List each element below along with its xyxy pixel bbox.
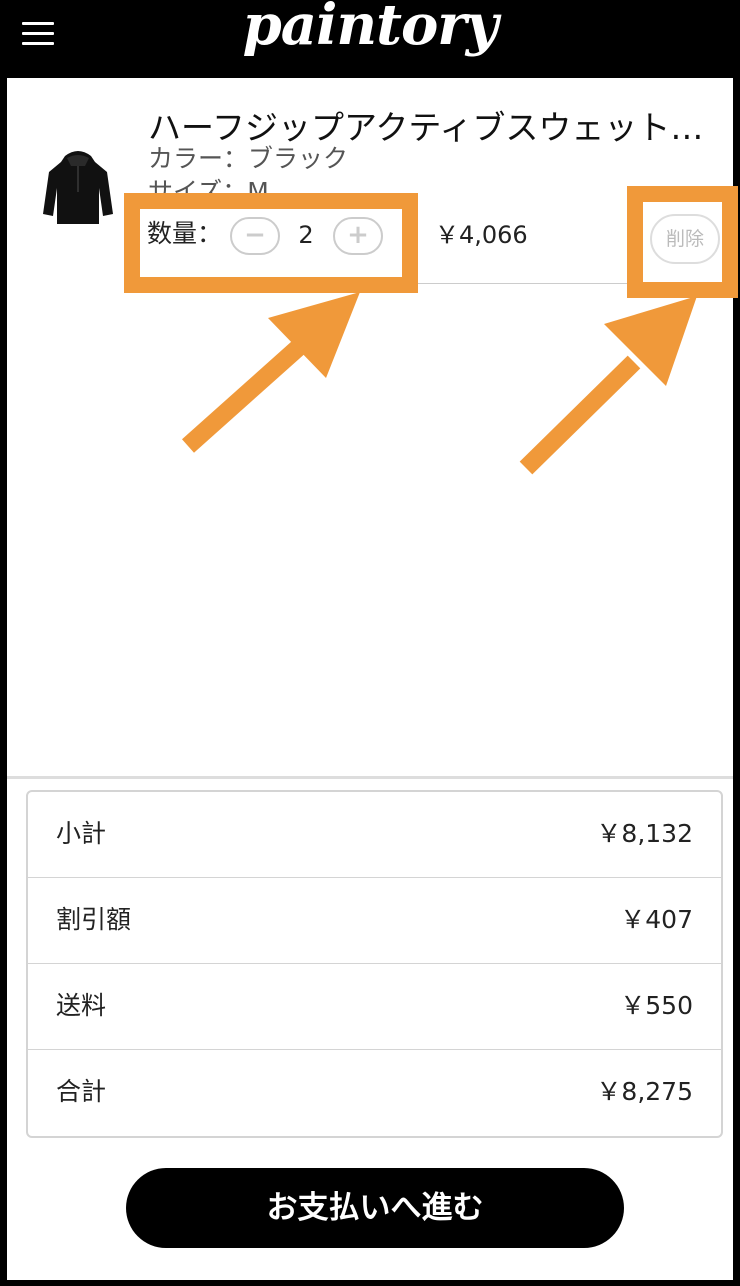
arrow-icon-delete	[519, 296, 697, 475]
arrow-icon-quantity	[182, 292, 360, 453]
annotation-arrows	[182, 292, 697, 475]
